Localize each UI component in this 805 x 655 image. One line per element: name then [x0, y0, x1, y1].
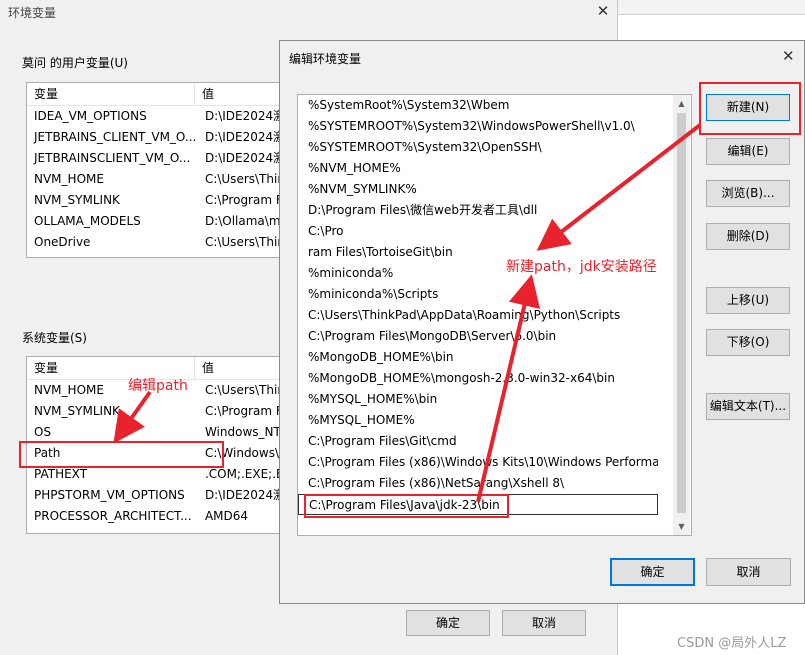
arrow-to-path: [113, 390, 152, 444]
arrow-to-jdk-path: [476, 274, 541, 503]
new-path-annotation: 新建path，jdk安装路径: [506, 259, 657, 275]
arrow-to-new-button: [536, 123, 702, 251]
annotation-arrows: [113, 123, 702, 503]
edit-path-annotation: 编辑path: [128, 378, 188, 394]
watermark: CSDN @局外人LZ: [677, 636, 787, 651]
